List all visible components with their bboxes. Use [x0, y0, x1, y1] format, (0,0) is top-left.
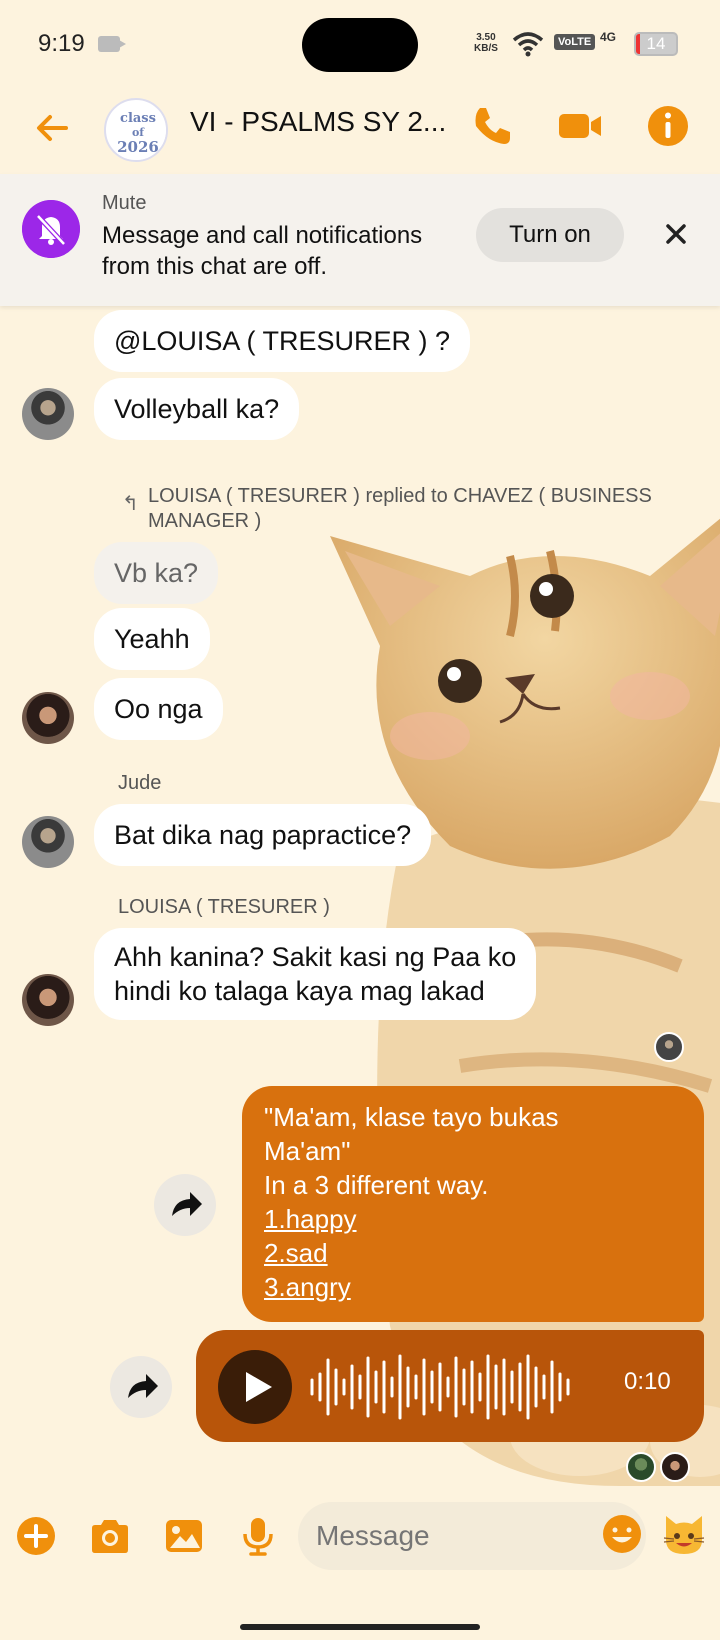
read-receipt-avatar: [626, 1452, 656, 1482]
mute-label: Mute: [102, 192, 147, 214]
battery-icon: 14: [634, 32, 678, 56]
svg-text:2026: 2026: [117, 138, 159, 156]
cat-emoji-icon[interactable]: [660, 1510, 708, 1558]
forward-button[interactable]: [154, 1174, 216, 1236]
share-arrow-icon: [172, 1192, 202, 1216]
list-item: 1.happy: [264, 1204, 357, 1234]
avatar[interactable]: [22, 388, 74, 440]
message-bubble[interactable]: @LOUISA ( TRESURER ) ?: [94, 310, 470, 372]
message-bubble[interactable]: Volleyball ka?: [94, 378, 300, 440]
read-receipt-avatar: [654, 1032, 684, 1062]
svg-text:class: class: [120, 111, 156, 126]
emoji-icon[interactable]: [600, 1512, 644, 1556]
video-call-icon[interactable]: [556, 102, 604, 150]
quoted-message[interactable]: Vb ka?: [94, 542, 219, 604]
sender-name: Jude: [118, 772, 162, 794]
net-speed-unit: KB/S: [474, 43, 498, 54]
message-line: Ma'am": [264, 1136, 351, 1166]
turn-on-button[interactable]: Turn on: [476, 208, 624, 262]
home-indicator[interactable]: [240, 1624, 480, 1630]
network-type: 4G: [600, 30, 617, 44]
wifi-icon: [512, 32, 544, 57]
reply-arrow-icon: ↰: [122, 493, 139, 515]
chat-thread[interactable]: @LOUISA ( TRESURER ) ? Volleyball ka? ↰ …: [0, 306, 720, 1496]
audio-waveform: [310, 1354, 570, 1420]
message-composer: [0, 1496, 720, 1616]
gallery-icon[interactable]: [162, 1514, 206, 1558]
phone-call-icon[interactable]: [468, 102, 516, 150]
play-icon: [246, 1372, 272, 1402]
microphone-icon[interactable]: [236, 1514, 280, 1558]
message-line: "Ma'am, klase tayo bukas: [264, 1102, 559, 1132]
read-receipt-avatar: [660, 1452, 690, 1482]
avatar[interactable]: [22, 974, 74, 1026]
message-bubble[interactable]: Bat dika nag papractice?: [94, 804, 432, 866]
message-line: Ahh kanina? Sakit kasi ng Paa ko: [114, 942, 517, 972]
mute-description: Message and call notifications from this…: [102, 222, 423, 280]
message-bubble[interactable]: Oo nga: [94, 678, 223, 740]
battery-level: 14: [646, 34, 666, 53]
message-line: hindi ko talaga kaya mag lakad: [114, 976, 485, 1006]
clock: 9:19: [38, 30, 85, 57]
info-icon[interactable]: [644, 102, 692, 150]
message-bubble[interactable]: Ahh kanina? Sakit kasi ng Paa ko hindi k…: [94, 928, 537, 1020]
close-icon[interactable]: [656, 214, 696, 254]
volte-badge: VoLTE: [554, 34, 596, 50]
bell-muted-icon: [22, 200, 80, 258]
group-avatar[interactable]: class of 2026: [104, 98, 168, 162]
mute-banner: Mute Message and call notifications from…: [0, 174, 720, 306]
net-speed-value: 3.50: [476, 32, 496, 43]
screen-record-icon: [98, 36, 126, 52]
message-bubble[interactable]: Yeahh: [94, 608, 210, 670]
class-of-2026-logo: class of 2026: [108, 102, 166, 160]
list-item: 2.sad: [264, 1238, 328, 1268]
sender-name: LOUISA ( TRESURER ): [118, 896, 330, 918]
camera-icon[interactable]: [88, 1514, 132, 1558]
play-button[interactable]: [218, 1350, 292, 1424]
reply-notice: ↰ LOUISA ( TRESURER ) replied to CHAVEZ …: [122, 484, 682, 534]
outgoing-message-bubble[interactable]: "Ma'am, klase tayo bukas Ma'am" In a 3 d…: [242, 1086, 704, 1322]
avatar[interactable]: [22, 816, 74, 868]
list-item: 3.angry: [264, 1272, 351, 1302]
forward-button[interactable]: [110, 1356, 172, 1418]
chat-title[interactable]: VI - PSALMS SY 2...: [190, 106, 450, 138]
chat-header: class of 2026 VI - PSALMS SY 2...: [0, 88, 720, 174]
plus-icon[interactable]: [14, 1514, 58, 1558]
voice-duration: 0:10: [624, 1368, 671, 1395]
back-arrow-icon[interactable]: [30, 106, 74, 150]
status-bar: 9:19 3.50 KB/S VoLTE 4G 14: [0, 0, 720, 88]
message-line: In a 3 different way.: [264, 1170, 489, 1200]
avatar[interactable]: [22, 692, 74, 744]
message-input[interactable]: [298, 1502, 646, 1570]
reply-notice-text: LOUISA ( TRESURER ) replied to CHAVEZ ( …: [148, 485, 652, 532]
network-speed: 3.50 KB/S: [474, 32, 498, 54]
voice-message-bubble[interactable]: 0:10: [196, 1330, 704, 1442]
camera-notch: [302, 18, 418, 72]
share-arrow-icon: [128, 1374, 158, 1398]
